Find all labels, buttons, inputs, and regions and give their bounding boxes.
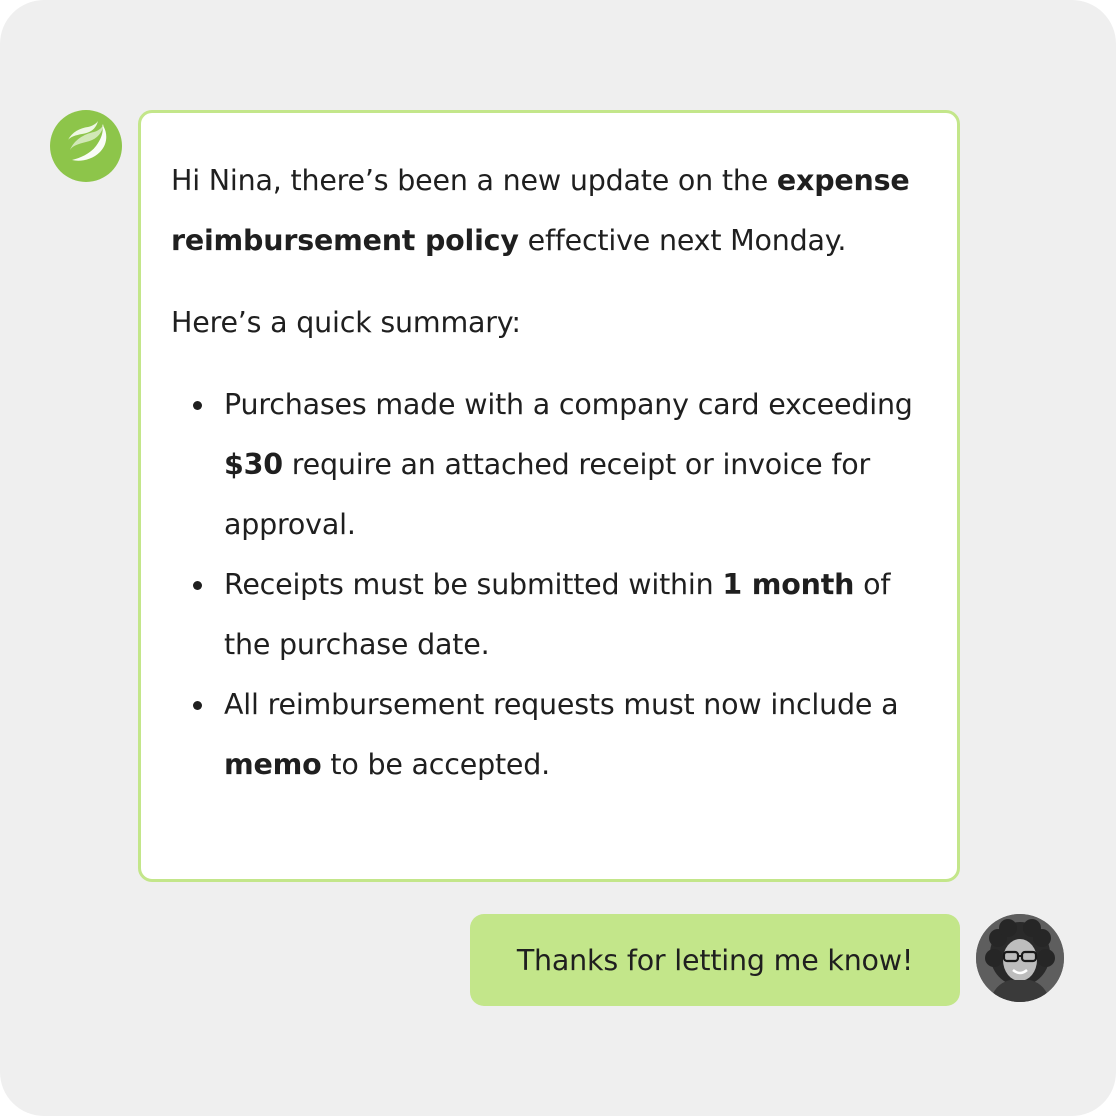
bullet-dot-icon [193,581,202,590]
summary-item: Purchases made with a company card excee… [171,375,929,555]
bullet-emphasis: $30 [224,448,283,481]
greeting-text: Hi Nina, there’s been a new update on th… [171,164,769,197]
user-message-text: Thanks for letting me know! [516,943,914,977]
bullet-text: require an attached receipt or invoice f… [224,448,870,541]
summary-heading: Here’s a quick summary: [171,306,521,339]
summary-list: Purchases made with a company card excee… [171,375,929,795]
bullet-text: Receipts must be submitted within [224,568,714,601]
bullet-text: Purchases made with a company card excee… [224,388,913,421]
bullet-emphasis: 1 month [722,568,855,601]
user-avatar [976,914,1064,1002]
bullet-dot-icon [193,701,202,710]
intro-paragraph: Hi Nina, there’s been a new update on th… [171,151,929,271]
bullet-emphasis: memo [224,748,322,781]
user-message-bubble: Thanks for letting me know! [470,914,960,1006]
effective-date-text: effective next Monday. [527,224,847,257]
bullet-text: All reimbursement requests must now incl… [224,688,899,721]
bot-message-bubble: Hi Nina, there’s been a new update on th… [138,110,960,882]
bullet-dot-icon [193,401,202,410]
bullet-text: to be accepted. [330,748,551,781]
summary-item: All reimbursement requests must now incl… [171,675,929,795]
summary-item: Receipts must be submitted within 1 mont… [171,555,929,675]
chat-canvas: Hi Nina, there’s been a new update on th… [0,0,1116,1116]
bot-avatar-leaf-icon [50,110,122,182]
